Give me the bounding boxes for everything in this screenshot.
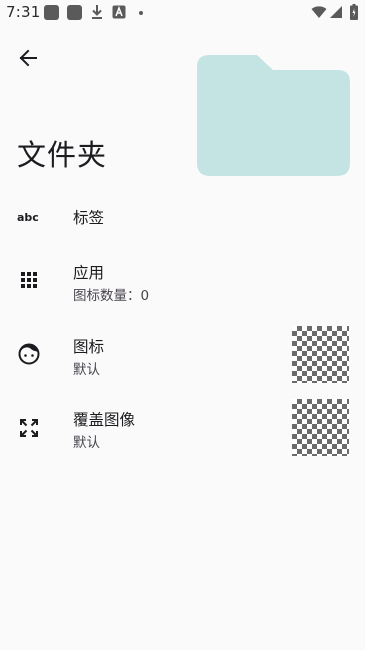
wifi-icon bbox=[311, 6, 327, 18]
download-icon bbox=[92, 5, 102, 19]
svg-text:abc: abc bbox=[17, 211, 39, 224]
status-bar: 7:31 bbox=[0, 0, 365, 26]
expand-arrows-icon bbox=[16, 415, 42, 441]
settings-row-label[interactable]: abc 标签 bbox=[0, 196, 365, 238]
cellular-signal-icon bbox=[330, 6, 342, 18]
notification-app-icon bbox=[44, 5, 59, 20]
settings-row-overlay-title: 覆盖图像 bbox=[73, 411, 136, 429]
notification-app-icon-2 bbox=[67, 5, 82, 20]
battery-icon bbox=[350, 4, 358, 20]
settings-row-apps[interactable]: 应用 图标数量：0 bbox=[0, 255, 365, 307]
settings-row-icon-subtitle: 默认 bbox=[73, 362, 100, 378]
settings-row-overlay[interactable]: 覆盖图像 默认 bbox=[0, 398, 365, 456]
page-title: 文件夹 bbox=[17, 138, 108, 172]
more-notifications-dot bbox=[139, 11, 143, 15]
folder-preview[interactable] bbox=[197, 53, 350, 177]
settings-row-apps-subtitle: 图标数量：0 bbox=[73, 288, 150, 304]
settings-row-label-title: 标签 bbox=[73, 209, 105, 227]
text-label-icon: abc bbox=[16, 204, 42, 230]
overlay-preview-thumbnail bbox=[292, 399, 349, 456]
settings-row-icon[interactable]: 图标 默认 bbox=[0, 325, 365, 383]
back-button[interactable] bbox=[14, 44, 42, 72]
settings-row-overlay-subtitle: 默认 bbox=[73, 435, 100, 451]
font-app-icon bbox=[112, 5, 126, 19]
face-icon bbox=[16, 341, 42, 367]
apps-grid-icon bbox=[16, 267, 42, 293]
icon-preview-thumbnail bbox=[292, 326, 349, 383]
status-time: 7:31 bbox=[6, 3, 41, 21]
settings-row-apps-title: 应用 bbox=[73, 264, 105, 282]
arrow-back-icon bbox=[19, 49, 37, 67]
settings-row-icon-title: 图标 bbox=[73, 338, 105, 356]
